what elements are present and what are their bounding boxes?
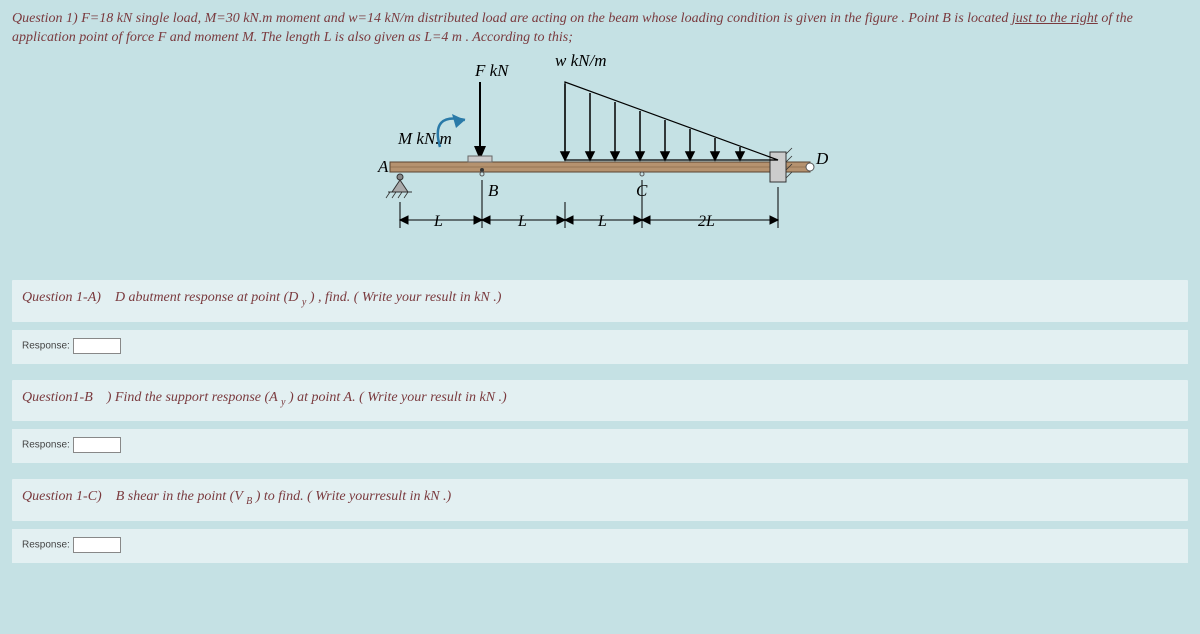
question-1b: Question1-B ) Find the support response …	[12, 380, 1188, 422]
m-label: M kN.m	[397, 129, 452, 148]
c-label: C	[636, 181, 648, 200]
intro-prefix: Question 1) F=18 kN	[12, 11, 132, 26]
l1-label: L	[433, 213, 443, 230]
response-label: Response:	[22, 540, 70, 551]
q1c-label: Question 1-C)	[22, 489, 102, 504]
response-row-1a: Response:	[12, 330, 1188, 364]
a-label: A	[377, 157, 389, 176]
underline-text: just to the right	[1012, 11, 1098, 26]
response-input-1b[interactable]	[73, 437, 121, 453]
w-label: w kN/m	[555, 52, 606, 70]
question-1c: Question 1-C) B shear in the point (V B …	[12, 479, 1188, 521]
response-row-1c: Response:	[12, 529, 1188, 563]
response-input-1a[interactable]	[73, 338, 121, 354]
question-1a: Question 1-A) D abutment response at poi…	[12, 280, 1188, 322]
l4-label: 2L	[698, 213, 715, 230]
response-label: Response:	[22, 340, 70, 351]
response-input-1c[interactable]	[73, 537, 121, 553]
f-label: F kN	[474, 61, 510, 80]
q1b-label: Question1-B	[22, 390, 93, 405]
question-intro: Question 1) F=18 kN single load, M=30 kN…	[12, 10, 1188, 48]
response-label: Response:	[22, 440, 70, 451]
q1a-label: Question 1-A)	[22, 290, 101, 305]
l3-label: L	[597, 213, 607, 230]
b-label: B	[488, 181, 499, 200]
response-row-1b: Response:	[12, 429, 1188, 463]
l2-label: L	[517, 213, 527, 230]
d-label: D	[815, 149, 829, 168]
beam-diagram: w kN/m F kN M kN.m A B C D L L L 2L	[370, 52, 830, 252]
